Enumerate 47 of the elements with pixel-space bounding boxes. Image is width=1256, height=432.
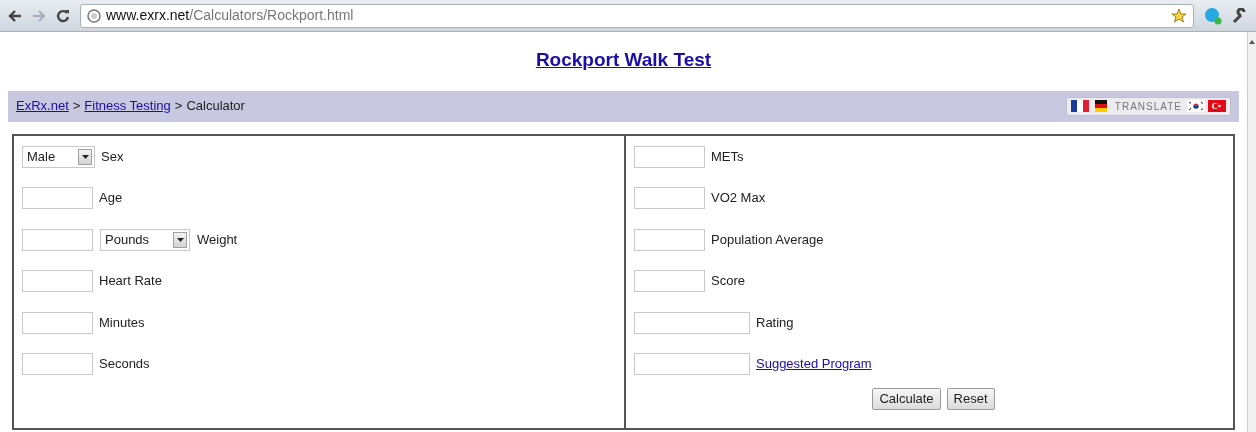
- input-field[interactable]: [634, 228, 705, 251]
- field-label: Sex: [101, 147, 124, 166]
- input-field[interactable]: [634, 187, 705, 209]
- unit-select[interactable]: Pounds: [100, 228, 190, 251]
- flag-icon[interactable]: [1187, 100, 1205, 112]
- field-label: VO2 Max: [711, 189, 766, 208]
- translate-label: TRANSLATE: [1113, 99, 1183, 114]
- breadcrumb-separator: >: [72, 97, 81, 116]
- back-arrow-icon[interactable]: [8, 9, 22, 22]
- breadcrumb-link[interactable]: ExRx.net: [16, 96, 69, 116]
- input-field[interactable]: [634, 270, 705, 292]
- form-button[interactable]: Reset: [946, 387, 995, 410]
- suggested-program-link[interactable]: Suggested Program: [756, 354, 872, 374]
- reload-icon[interactable]: [56, 8, 70, 23]
- flag-icon[interactable]: [1070, 100, 1089, 112]
- extension-icon[interactable]: [1204, 6, 1222, 25]
- translate-widget[interactable]: TRANSLATE: [1065, 96, 1231, 116]
- field-label: Rating: [756, 313, 794, 332]
- form-button[interactable]: Calculate: [872, 387, 941, 410]
- input-field[interactable]: [22, 311, 93, 334]
- input-field[interactable]: [634, 145, 705, 168]
- field-label: Minutes: [99, 313, 145, 332]
- breadcrumb-link[interactable]: Fitness Testing: [84, 96, 171, 116]
- breadcrumb-separator: >: [174, 97, 183, 116]
- input-field[interactable]: [634, 353, 750, 375]
- input-field[interactable]: [22, 228, 93, 251]
- field-label: Age: [99, 189, 123, 208]
- scrollbar[interactable]: [1247, 32, 1256, 432]
- url-text: www.exrx.net/Calculators/Rockport.html: [106, 6, 354, 25]
- input-field[interactable]: [22, 270, 93, 292]
- field-label: Heart Rate: [99, 272, 162, 291]
- star-icon[interactable]: [1171, 7, 1187, 24]
- breadcrumb-current: Calculator: [186, 97, 245, 116]
- field-label: Weight: [197, 230, 238, 249]
- field-label: METs: [711, 147, 744, 166]
- field-label: Score: [711, 272, 745, 291]
- input-field[interactable]: [22, 353, 93, 375]
- input-field[interactable]: [634, 311, 750, 334]
- forward-arrow-icon[interactable]: [32, 9, 46, 22]
- page-title-link[interactable]: Rockport Walk Test: [535, 46, 712, 75]
- input-field[interactable]: [22, 187, 93, 209]
- dropdown-select[interactable]: Male: [22, 145, 95, 168]
- field-label: Population Average: [711, 230, 824, 249]
- globe-icon: [87, 8, 101, 23]
- field-label: Seconds: [99, 355, 150, 374]
- scroll-up-arrow-icon[interactable]: [1249, 40, 1255, 44]
- address-bar[interactable]: www.exrx.net/Calculators/Rockport.html: [80, 3, 1194, 28]
